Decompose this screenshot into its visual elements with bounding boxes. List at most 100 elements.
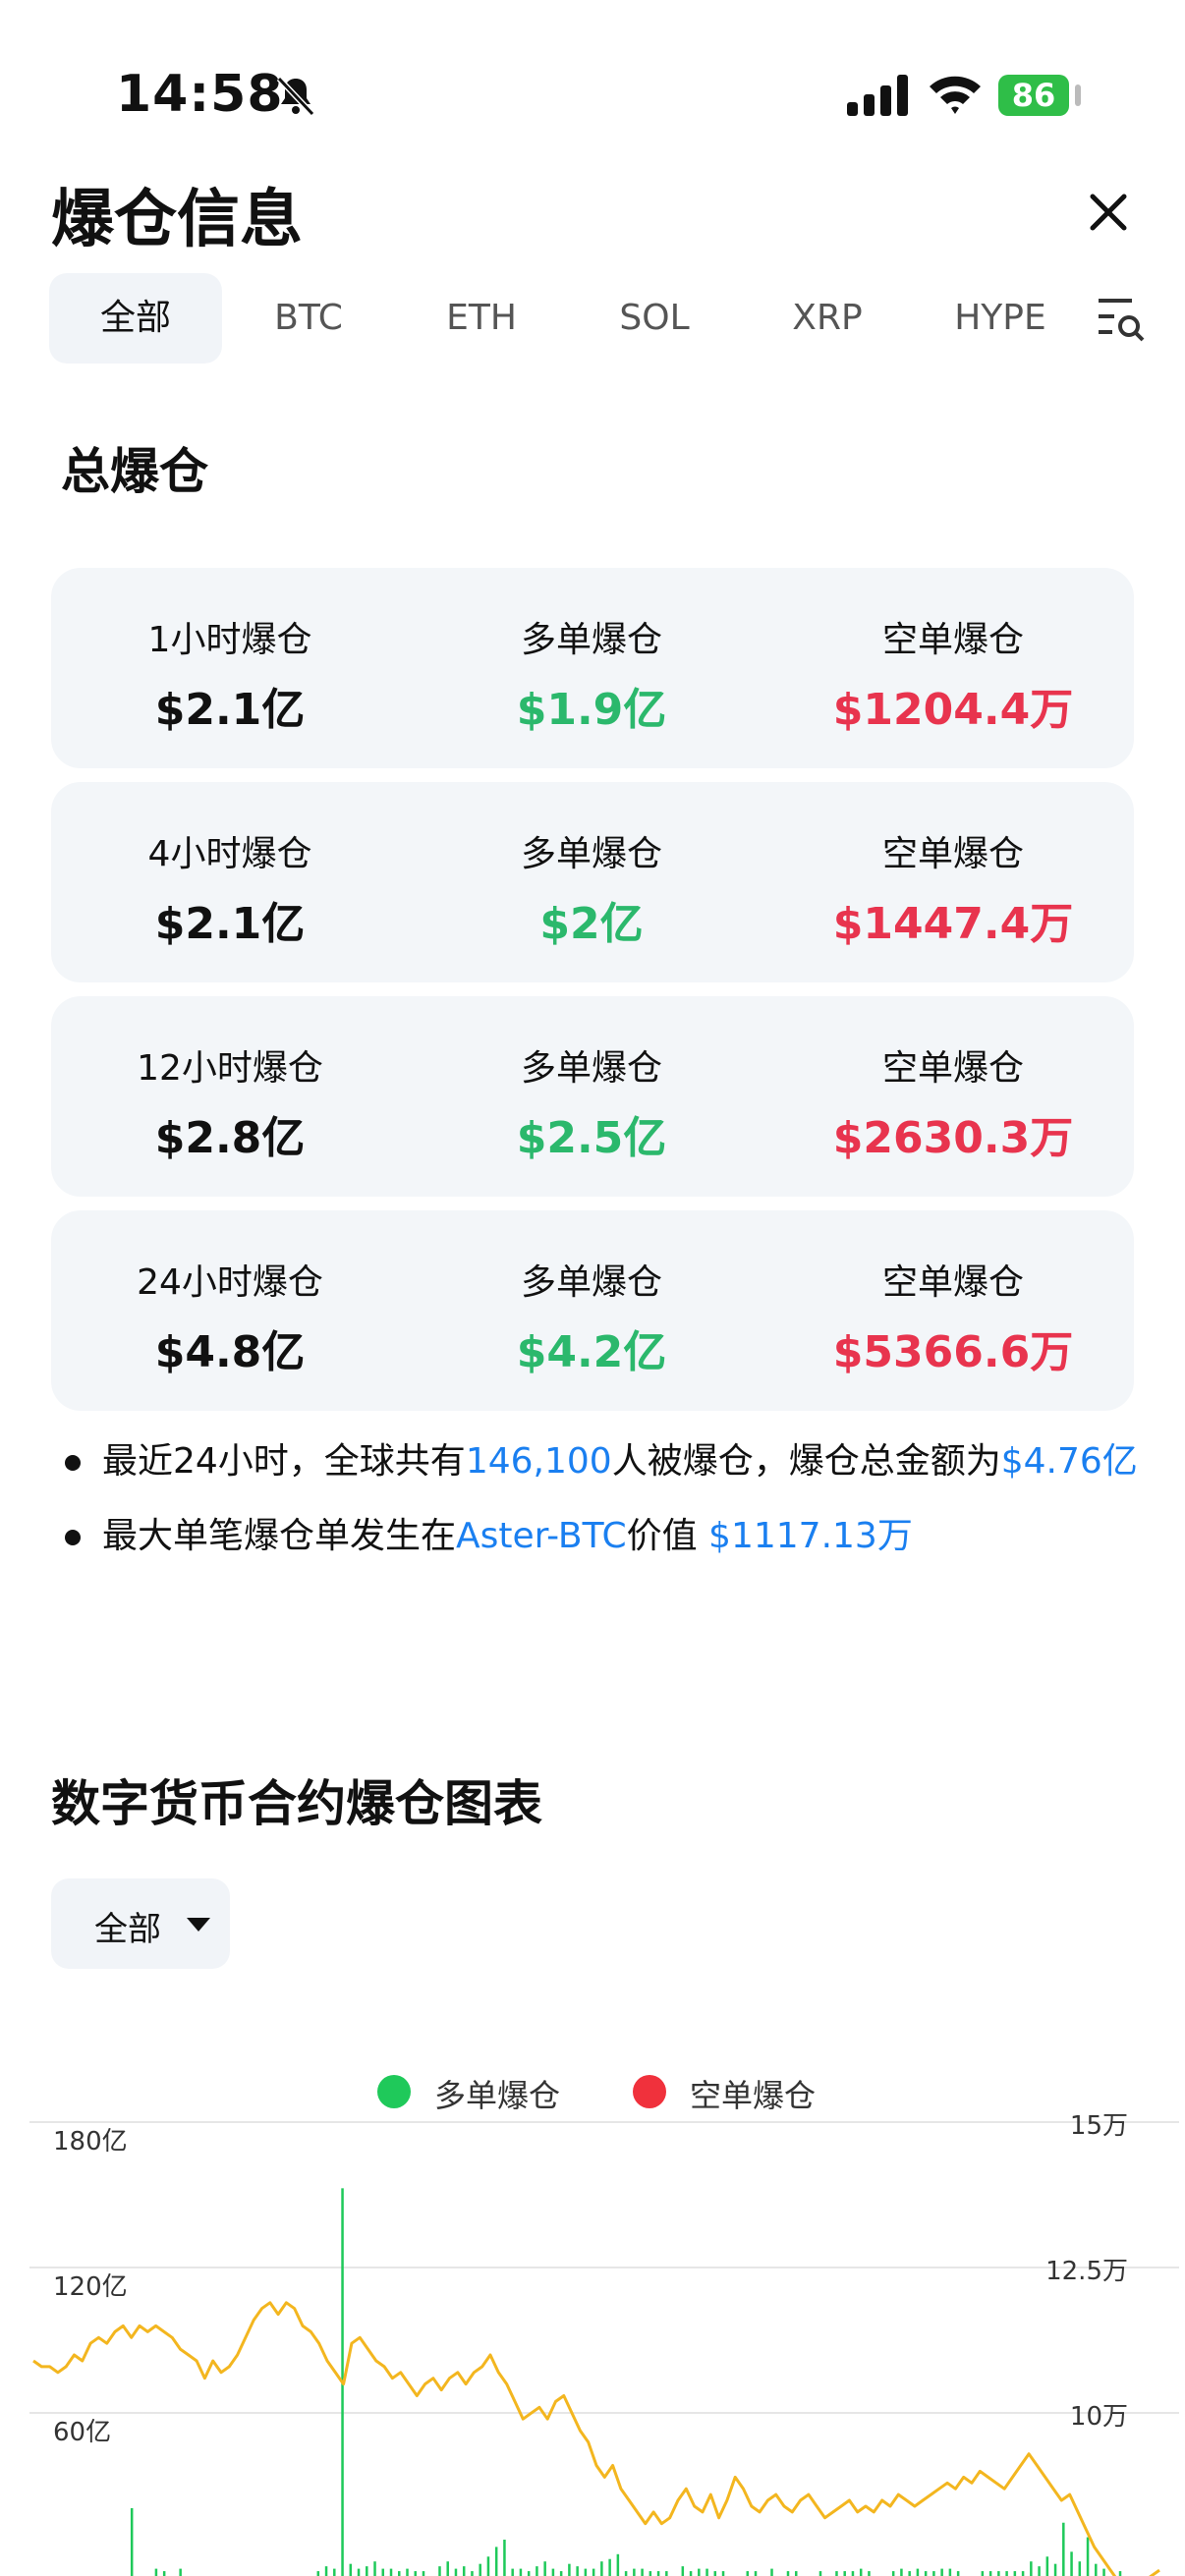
- long-label: 多单爆仓: [520, 620, 662, 660]
- people-count: 146,100: [465, 1441, 612, 1482]
- bar-long: [1086, 2537, 1090, 2576]
- period-label: 12小时爆仓: [137, 1048, 323, 1089]
- bar-long: [511, 2568, 514, 2576]
- right-axis-tick: 15万: [1070, 2112, 1128, 2141]
- chart-section-title: 数字货币合约爆仓图表: [51, 1775, 542, 1832]
- right-axis-tick: 12.5万: [1045, 2257, 1128, 2286]
- liquidation-chart[interactable]: 180亿 120亿 60亿 15万 12.5万 10万: [0, 2112, 1185, 2576]
- long-label: 多单爆仓: [520, 1048, 662, 1089]
- bar-long: [519, 2568, 523, 2576]
- bar-long: [859, 2568, 863, 2576]
- bar-long: [479, 2563, 481, 2576]
- left-axis-tick: 120亿: [53, 2272, 128, 2302]
- bar-long: [1013, 2571, 1017, 2576]
- bar-long: [333, 2568, 336, 2576]
- bar-long: [721, 2571, 725, 2576]
- right-axis-tick: 10万: [1070, 2402, 1128, 2432]
- total-value: $4.8亿: [154, 1327, 306, 1377]
- total-amount: $4.76亿: [1000, 1441, 1138, 1482]
- bar-long: [438, 2566, 441, 2576]
- tab-xrp[interactable]: XRP: [741, 273, 914, 364]
- tab-eth[interactable]: ETH: [395, 273, 568, 364]
- bar-long: [381, 2568, 385, 2576]
- bar-long: [624, 2571, 628, 2576]
- bar-long: [422, 2571, 425, 2576]
- search-filter-icon[interactable]: [1097, 295, 1146, 344]
- legend-dot-short: [633, 2075, 666, 2108]
- bar-long: [406, 2568, 409, 2576]
- bar-long: [1118, 2571, 1122, 2576]
- coin-filter-dropdown[interactable]: 全部: [51, 1878, 230, 1969]
- long-label: 多单爆仓: [520, 1262, 662, 1303]
- liquidation-card-24h: 24小时爆仓 $4.8亿 多单爆仓 $4.2亿 空单爆仓 $5366.6万: [51, 1210, 1134, 1411]
- bar-long: [754, 2571, 758, 2576]
- note-24h-total: 最近24小时，全球共有146,100人被爆仓，爆仓总金额为$4.76亿: [61, 1425, 1138, 1499]
- liquidation-card-4h: 4小时爆仓 $2.1亿 多单爆仓 $2亿 空单爆仓 $1447.4万: [51, 782, 1134, 982]
- bar-long: [1030, 2561, 1033, 2576]
- bar-long: [486, 2556, 490, 2576]
- tab-btc[interactable]: BTC: [222, 273, 395, 364]
- bar-long: [1078, 2561, 1082, 2576]
- bar-long: [130, 2507, 134, 2576]
- bar-long: [665, 2571, 668, 2576]
- bar-long: [584, 2568, 588, 2576]
- bar-long: [154, 2568, 158, 2576]
- bar-long: [503, 2540, 506, 2576]
- bar-long: [316, 2571, 320, 2576]
- bar-long: [1062, 2522, 1065, 2576]
- period-label: 24小时爆仓: [137, 1262, 323, 1303]
- bar-long: [818, 2571, 822, 2576]
- bar-long: [373, 2561, 376, 2576]
- bar-long: [349, 2563, 353, 2576]
- bar-long: [641, 2568, 644, 2576]
- bar-long: [527, 2571, 531, 2576]
- close-icon[interactable]: [1079, 183, 1138, 242]
- bar-long: [1102, 2568, 1105, 2576]
- tab-all[interactable]: 全部: [49, 273, 222, 364]
- bar-long: [891, 2571, 895, 2576]
- bar-long: [179, 2568, 182, 2576]
- bar-long: [600, 2561, 603, 2576]
- bar-long: [932, 2571, 935, 2576]
- bar-long: [908, 2571, 911, 2576]
- bar-long: [681, 2566, 685, 2576]
- bar-long: [916, 2568, 920, 2576]
- coin-tabs: 全部 BTC ETH SOL XRP HYPE: [49, 273, 1150, 364]
- left-axis-tick: 180亿: [53, 2127, 128, 2156]
- bar-long: [1045, 2556, 1049, 2576]
- bar-long: [536, 2566, 538, 2576]
- bar-long: [1095, 2563, 1098, 2576]
- period-label: 1小时爆仓: [147, 620, 312, 660]
- status-time: 14:58: [116, 65, 284, 124]
- bar-long: [462, 2566, 466, 2576]
- bar-long: [576, 2566, 579, 2576]
- long-value: $1.9亿: [516, 685, 667, 735]
- bar-long: [1021, 2571, 1025, 2576]
- bar-long: [366, 2566, 368, 2576]
- bar-long: [389, 2568, 393, 2576]
- pair-link[interactable]: Aster-BTC: [456, 1516, 627, 1556]
- bar-long: [948, 2568, 952, 2576]
- bar-long: [633, 2568, 636, 2576]
- bar-long: [746, 2571, 750, 2576]
- bar-long: [770, 2568, 773, 2576]
- bar-long: [414, 2571, 417, 2576]
- dropdown-value: 全部: [94, 1910, 161, 1949]
- total-value: $2.8亿: [154, 1113, 306, 1163]
- short-value: $1204.4万: [832, 685, 1074, 735]
- bar-long: [494, 2547, 498, 2576]
- series-line: [32, 2301, 1160, 2576]
- total-value: $2.1亿: [154, 685, 306, 735]
- long-value: $2亿: [539, 899, 644, 949]
- bar-long: [357, 2568, 361, 2576]
- wifi-icon: [930, 76, 981, 114]
- tab-hype[interactable]: HYPE: [914, 273, 1087, 364]
- note-largest-order: 最大单笔爆仓单发生在Aster-BTC价值 $1117.13万: [61, 1499, 1138, 1574]
- bar-long: [705, 2568, 708, 2576]
- short-value: $1447.4万: [832, 899, 1074, 949]
- bar-long: [616, 2553, 620, 2576]
- bar-long: [454, 2568, 458, 2576]
- tab-sol[interactable]: SOL: [568, 273, 741, 364]
- bar-long: [713, 2571, 717, 2576]
- summary-notes: 最近24小时，全球共有146,100人被爆仓，爆仓总金额为$4.76亿 最大单笔…: [61, 1425, 1138, 1574]
